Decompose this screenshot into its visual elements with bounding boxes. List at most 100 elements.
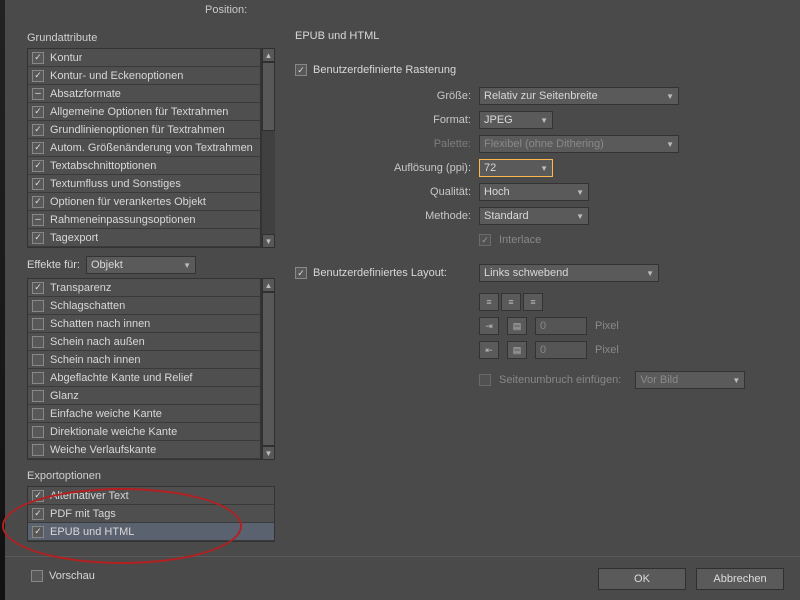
checkbox[interactable] bbox=[32, 52, 44, 64]
checkbox[interactable] bbox=[32, 372, 44, 384]
grundattribute-title: Grundattribute bbox=[27, 32, 275, 44]
list-item-label: Direktionale weiche Kante bbox=[50, 426, 177, 438]
list-item[interactable]: Grundlinienoptionen für Textrahmen bbox=[28, 121, 260, 139]
scroll-down-icon[interactable]: ▼ bbox=[262, 234, 275, 248]
checkbox[interactable] bbox=[32, 70, 44, 82]
scroll-down-icon[interactable]: ▼ bbox=[262, 446, 275, 460]
effekte-value: Objekt bbox=[91, 259, 123, 271]
list-item[interactable]: Schein nach innen bbox=[28, 351, 260, 369]
space-after-input[interactable]: 0 bbox=[535, 341, 587, 359]
pagebreak-checkbox[interactable] bbox=[479, 374, 491, 386]
list-item[interactable]: Transparenz bbox=[28, 279, 260, 297]
list-item[interactable]: Alternativer Text bbox=[28, 487, 274, 505]
checkbox[interactable] bbox=[32, 408, 44, 420]
list-item[interactable]: Optionen für verankertes Objekt bbox=[28, 193, 260, 211]
scroll-thumb[interactable] bbox=[262, 62, 275, 131]
list-item[interactable]: Direktionale weiche Kante bbox=[28, 423, 260, 441]
list-item[interactable]: EPUB und HTML bbox=[28, 523, 274, 541]
grundattribute-scrollbar[interactable]: ▲ ▼ bbox=[261, 48, 275, 248]
effekte-dropdown[interactable]: Objekt ▼ bbox=[86, 256, 196, 274]
checkbox[interactable] bbox=[32, 214, 44, 226]
layout-dropdown[interactable]: Links schwebend ▼ bbox=[479, 264, 659, 282]
list-item[interactable]: Glanz bbox=[28, 387, 260, 405]
vorschau-label: Vorschau bbox=[49, 570, 95, 582]
stepper-icon[interactable]: ▤ bbox=[507, 341, 527, 359]
list-item[interactable]: Kontur bbox=[28, 49, 260, 67]
methode-label: Methode: bbox=[295, 210, 471, 222]
palette-label: Palette: bbox=[295, 138, 471, 150]
layout-checkbox[interactable] bbox=[295, 267, 307, 279]
space-before-input[interactable]: 0 bbox=[535, 317, 587, 335]
list-item[interactable]: Absatzformate bbox=[28, 85, 260, 103]
qualitaet-dropdown[interactable]: Hoch ▼ bbox=[479, 183, 589, 201]
aufloesung-label: Auflösung (ppi): bbox=[295, 162, 471, 174]
checkbox[interactable] bbox=[32, 124, 44, 136]
list-item[interactable]: Einfache weiche Kante bbox=[28, 405, 260, 423]
space-before-icon[interactable]: ⇥ bbox=[479, 317, 499, 335]
ok-button[interactable]: OK bbox=[598, 568, 686, 590]
checkbox[interactable] bbox=[32, 336, 44, 348]
rasterung-checkbox[interactable] bbox=[295, 64, 307, 76]
checkbox[interactable] bbox=[32, 232, 44, 244]
list-item[interactable]: Schlagschatten bbox=[28, 297, 260, 315]
checkbox[interactable] bbox=[32, 508, 44, 520]
layout-label: Benutzerdefiniertes Layout: bbox=[313, 267, 473, 279]
aufloesung-dropdown[interactable]: 72 ▼ bbox=[479, 159, 553, 177]
list-item[interactable]: Kontur- und Eckenoptionen bbox=[28, 67, 260, 85]
list-item[interactable]: Textabschnittoptionen bbox=[28, 157, 260, 175]
checkbox[interactable] bbox=[32, 178, 44, 190]
list-item[interactable]: Schatten nach innen bbox=[28, 315, 260, 333]
list-item[interactable]: PDF mit Tags bbox=[28, 505, 274, 523]
vorschau-checkbox[interactable] bbox=[31, 570, 43, 582]
list-item[interactable]: Weiche Verlaufskante bbox=[28, 441, 260, 459]
effekte-scrollbar[interactable]: ▲ ▼ bbox=[261, 278, 275, 460]
scroll-thumb[interactable] bbox=[262, 292, 275, 446]
list-item-label: Transparenz bbox=[50, 282, 111, 294]
chevron-down-icon: ▼ bbox=[576, 188, 584, 197]
list-item-label: Autom. Größenänderung von Textrahmen bbox=[50, 142, 253, 154]
format-value: JPEG bbox=[484, 114, 513, 126]
methode-value: Standard bbox=[484, 210, 529, 222]
align-left-icon[interactable]: ≡ bbox=[479, 293, 499, 311]
checkbox[interactable] bbox=[32, 196, 44, 208]
align-right-icon[interactable]: ≡ bbox=[523, 293, 543, 311]
align-center-icon[interactable]: ≡ bbox=[501, 293, 521, 311]
groesse-value: Relativ zur Seitenbreite bbox=[484, 90, 598, 102]
checkbox[interactable] bbox=[32, 88, 44, 100]
methode-dropdown[interactable]: Standard ▼ bbox=[479, 207, 589, 225]
checkbox[interactable] bbox=[32, 444, 44, 456]
list-item[interactable]: Allgemeine Optionen für Textrahmen bbox=[28, 103, 260, 121]
list-item[interactable]: Tagexport bbox=[28, 229, 260, 247]
scroll-up-icon[interactable]: ▲ bbox=[262, 48, 275, 62]
list-item[interactable]: Schein nach außen bbox=[28, 333, 260, 351]
checkbox[interactable] bbox=[32, 106, 44, 118]
space-after-icon[interactable]: ⇤ bbox=[479, 341, 499, 359]
list-item[interactable]: Textumfluss und Sonstiges bbox=[28, 175, 260, 193]
checkbox[interactable] bbox=[32, 282, 44, 294]
list-item-label: Alternativer Text bbox=[50, 490, 129, 502]
effekte-label: Effekte für: bbox=[27, 259, 80, 271]
scroll-up-icon[interactable]: ▲ bbox=[262, 278, 275, 292]
checkbox[interactable] bbox=[32, 142, 44, 154]
checkbox[interactable] bbox=[32, 160, 44, 172]
list-item-label: Textabschnittoptionen bbox=[50, 160, 156, 172]
checkbox[interactable] bbox=[32, 390, 44, 402]
checkbox[interactable] bbox=[32, 526, 44, 538]
rasterung-label: Benutzerdefinierte Rasterung bbox=[313, 64, 456, 76]
list-item-label: Tagexport bbox=[50, 232, 98, 244]
chevron-down-icon: ▼ bbox=[183, 261, 191, 270]
cancel-button[interactable]: Abbrechen bbox=[696, 568, 784, 590]
pixel-label: Pixel bbox=[595, 320, 619, 332]
list-item[interactable]: Autom. Größenänderung von Textrahmen bbox=[28, 139, 260, 157]
groesse-dropdown[interactable]: Relativ zur Seitenbreite ▼ bbox=[479, 87, 679, 105]
checkbox[interactable] bbox=[32, 426, 44, 438]
stepper-icon[interactable]: ▤ bbox=[507, 317, 527, 335]
checkbox[interactable] bbox=[32, 300, 44, 312]
list-item[interactable]: Abgeflachte Kante und Relief bbox=[28, 369, 260, 387]
list-item-label: Kontur- und Eckenoptionen bbox=[50, 70, 183, 82]
format-dropdown[interactable]: JPEG ▼ bbox=[479, 111, 553, 129]
list-item[interactable]: Rahmeneinpassungsoptionen bbox=[28, 211, 260, 229]
checkbox[interactable] bbox=[32, 490, 44, 502]
checkbox[interactable] bbox=[32, 354, 44, 366]
checkbox[interactable] bbox=[32, 318, 44, 330]
